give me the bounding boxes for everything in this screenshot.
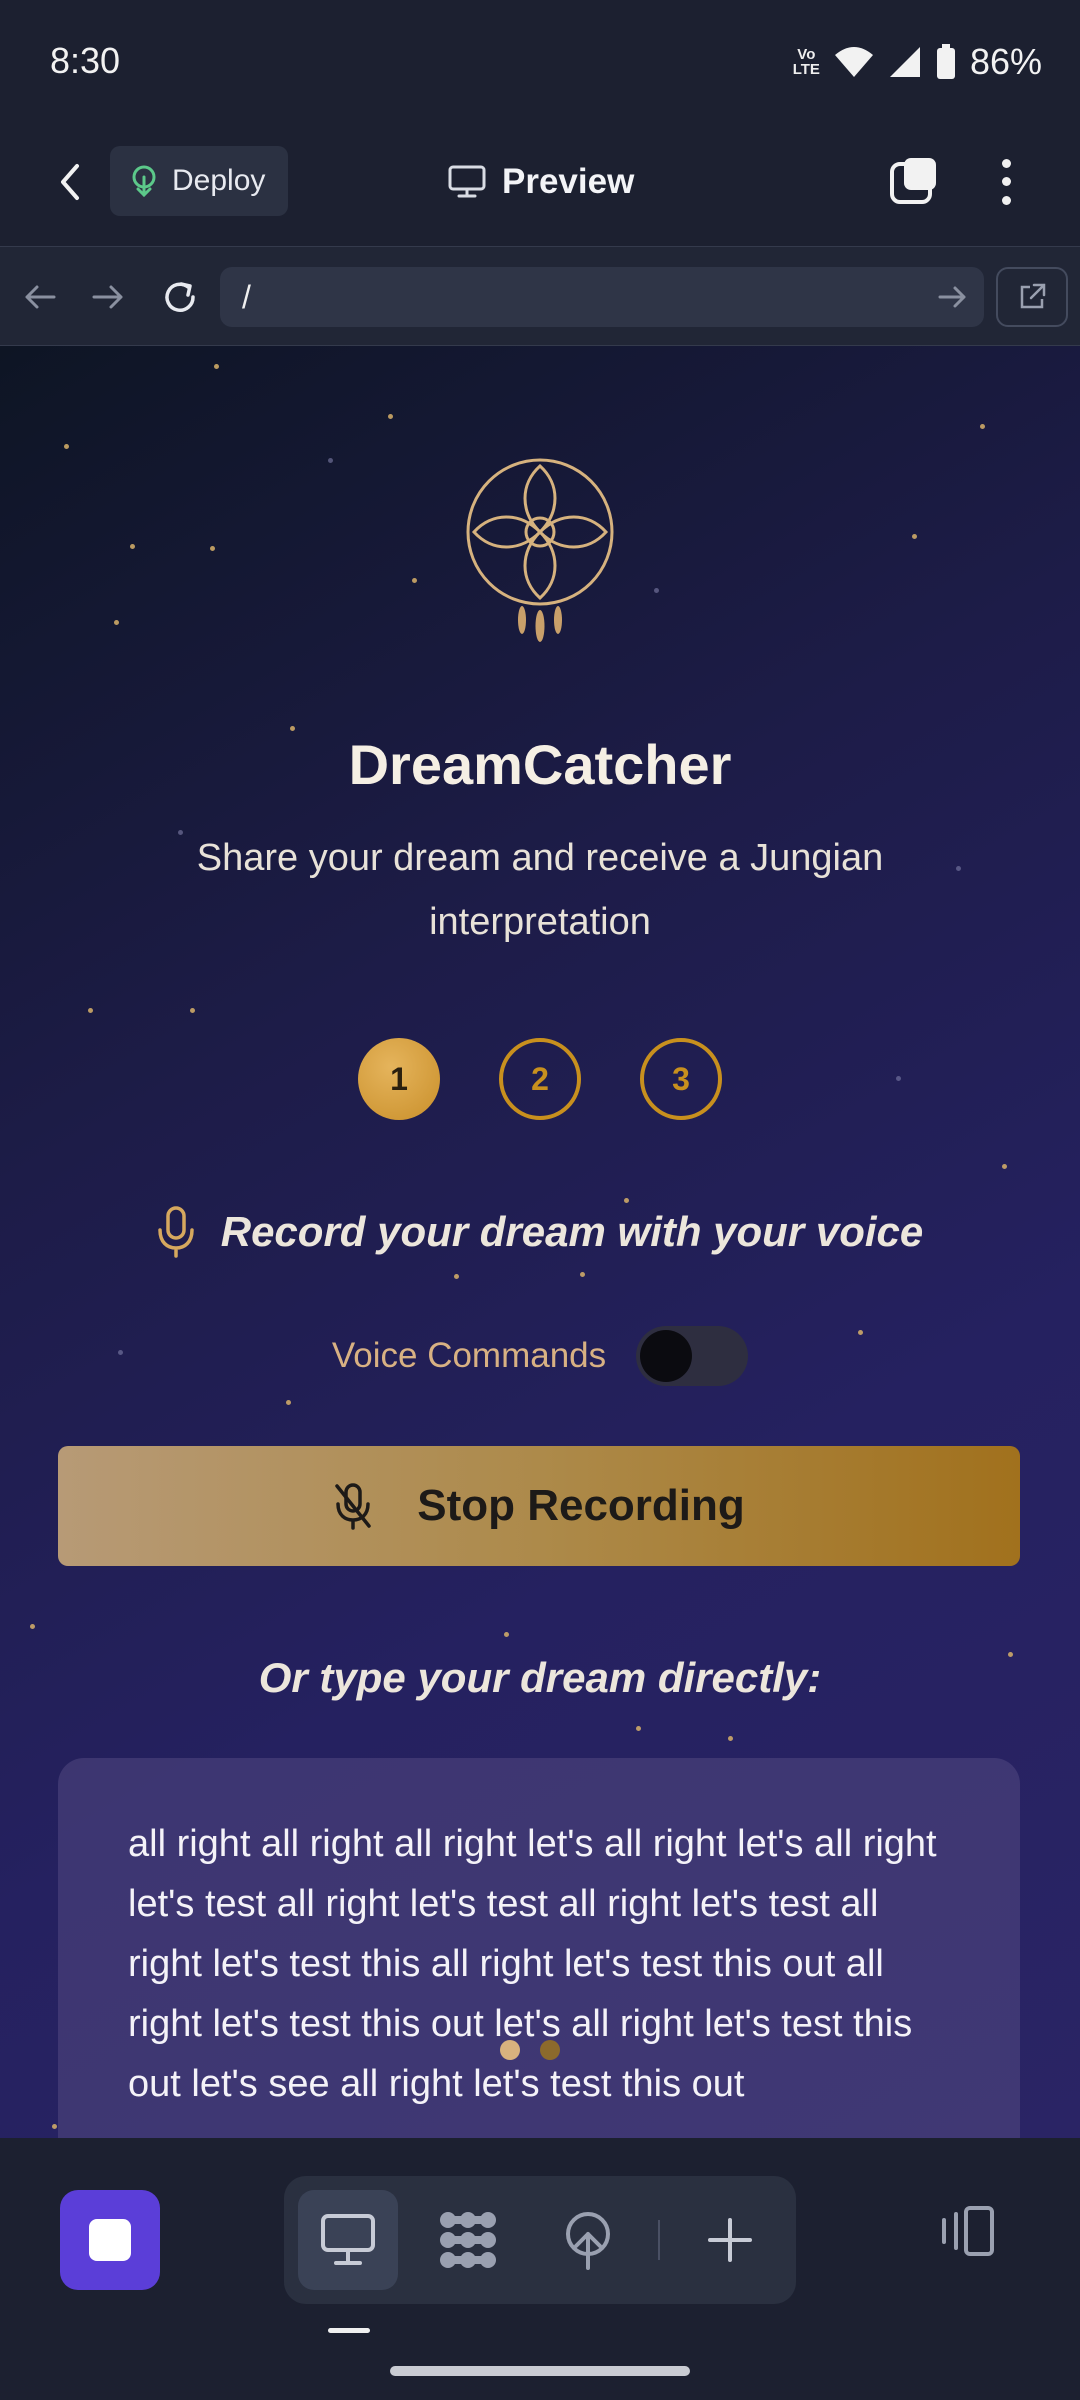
star	[636, 1726, 641, 1731]
plus-icon	[708, 2218, 752, 2262]
voice-commands-toggle[interactable]	[636, 1326, 749, 1386]
home-indicator[interactable]	[390, 2366, 690, 2376]
star	[290, 726, 295, 731]
status-bar: 8:30 Vo LTE 86%	[0, 0, 1080, 120]
star	[956, 866, 961, 871]
step-2[interactable]: 2	[499, 1038, 581, 1120]
tabs-icon	[890, 158, 936, 204]
voice-commands-label: Voice Commands	[331, 1336, 607, 1375]
star	[190, 1008, 195, 1013]
wifi-icon	[834, 47, 873, 77]
nodes-icon	[440, 2212, 496, 2268]
preview-tool-button[interactable]	[298, 2190, 398, 2290]
app-subtitle: Share your dream and receive a Jungian i…	[196, 837, 884, 943]
side-panel-icon	[942, 2206, 994, 2256]
workflow-tool-button[interactable]	[418, 2190, 518, 2290]
back-button[interactable]	[44, 156, 96, 208]
star	[728, 1736, 733, 1741]
record-hint-text: Record your dream with your voice	[220, 1208, 924, 1255]
stop-app-button[interactable]	[60, 2190, 160, 2290]
star	[412, 578, 417, 583]
star	[130, 544, 135, 549]
star	[896, 1076, 901, 1081]
stop-icon	[89, 2219, 131, 2261]
deploy-icon	[132, 165, 156, 197]
url-text: /	[242, 278, 251, 315]
more-options-button[interactable]	[988, 154, 1024, 210]
active-tool-indicator	[328, 2328, 370, 2333]
dream-text: all right all right all right let's all …	[128, 1823, 937, 2105]
star	[654, 588, 659, 593]
loading-dot	[500, 2040, 520, 2060]
deploy-tool-button[interactable]	[538, 2190, 638, 2290]
app-header: Deploy Preview	[0, 120, 1080, 246]
battery-percent: 86%	[969, 41, 1042, 82]
voice-commands-row: Voice Commands	[0, 1326, 1080, 1386]
reload-icon	[165, 282, 195, 312]
record-hint: Record your dream with your voice	[0, 1206, 1080, 1258]
star	[286, 1400, 291, 1405]
tool-divider	[658, 2220, 660, 2260]
star	[912, 534, 917, 539]
star	[454, 1274, 459, 1279]
loading-dots	[500, 2040, 560, 2060]
star	[52, 2124, 57, 2129]
dreamcatcher-logo-icon	[466, 458, 614, 642]
star	[580, 1272, 585, 1277]
chevron-left-icon	[61, 164, 79, 200]
arrow-left-icon	[25, 285, 56, 309]
add-tool-button[interactable]	[680, 2190, 780, 2290]
layout-toggle-button[interactable]	[936, 2200, 1000, 2264]
toggle-knob	[640, 1330, 693, 1382]
url-input[interactable]: /	[220, 267, 984, 327]
browser-bar: /	[0, 246, 1080, 346]
bottom-toolbar	[0, 2138, 1080, 2400]
arrow-right-icon	[92, 285, 123, 309]
star	[114, 620, 119, 625]
deploy-label: Deploy	[172, 164, 266, 197]
app-title: DreamCatcher	[348, 733, 732, 796]
app-viewport: DreamCatcher Share your dream and receiv…	[0, 346, 1080, 2138]
star	[980, 424, 985, 429]
reload-button[interactable]	[154, 271, 206, 323]
monitor-icon	[321, 2214, 375, 2265]
star	[214, 364, 219, 369]
step-indicator: 1 2 3	[358, 1038, 722, 1120]
star	[64, 444, 69, 449]
battery-icon	[936, 44, 955, 79]
star	[30, 1624, 35, 1629]
star	[88, 1008, 93, 1013]
step-1[interactable]: 1	[358, 1038, 440, 1120]
tool-group	[284, 2176, 796, 2304]
monitor-icon	[448, 165, 486, 198]
preview-title: Preview	[448, 150, 634, 214]
star	[1002, 1164, 1007, 1169]
status-icons: Vo LTE 86%	[793, 40, 1042, 84]
step-3[interactable]: 3	[640, 1038, 722, 1120]
browser-back-button[interactable]	[14, 271, 66, 323]
stop-recording-button[interactable]: Stop Recording	[58, 1446, 1020, 1566]
star	[624, 1198, 629, 1203]
microphone-icon	[157, 1206, 194, 1258]
go-arrow-icon[interactable]	[934, 279, 970, 315]
signal-icon	[889, 47, 920, 77]
stop-recording-label: Stop Recording	[417, 1481, 745, 1530]
type-hint: Or type your dream directly:	[258, 1654, 822, 1701]
loading-dot	[540, 2040, 560, 2060]
open-external-button[interactable]	[996, 267, 1068, 327]
tabs-button[interactable]	[888, 156, 940, 208]
external-link-icon	[1020, 283, 1046, 309]
preview-label: Preview	[502, 162, 635, 201]
microphone-off-icon	[335, 1483, 371, 1530]
lte-icon: Vo LTE	[792, 46, 820, 78]
deploy-icon	[566, 2212, 610, 2270]
status-time: 8:30	[50, 40, 121, 81]
star	[504, 1632, 509, 1637]
star	[388, 414, 393, 419]
star	[210, 546, 215, 551]
star	[328, 458, 333, 463]
deploy-button[interactable]: Deploy	[110, 146, 288, 216]
dream-textarea[interactable]: all right all right all right let's all …	[58, 1758, 1020, 2138]
browser-forward-button[interactable]	[82, 271, 134, 323]
